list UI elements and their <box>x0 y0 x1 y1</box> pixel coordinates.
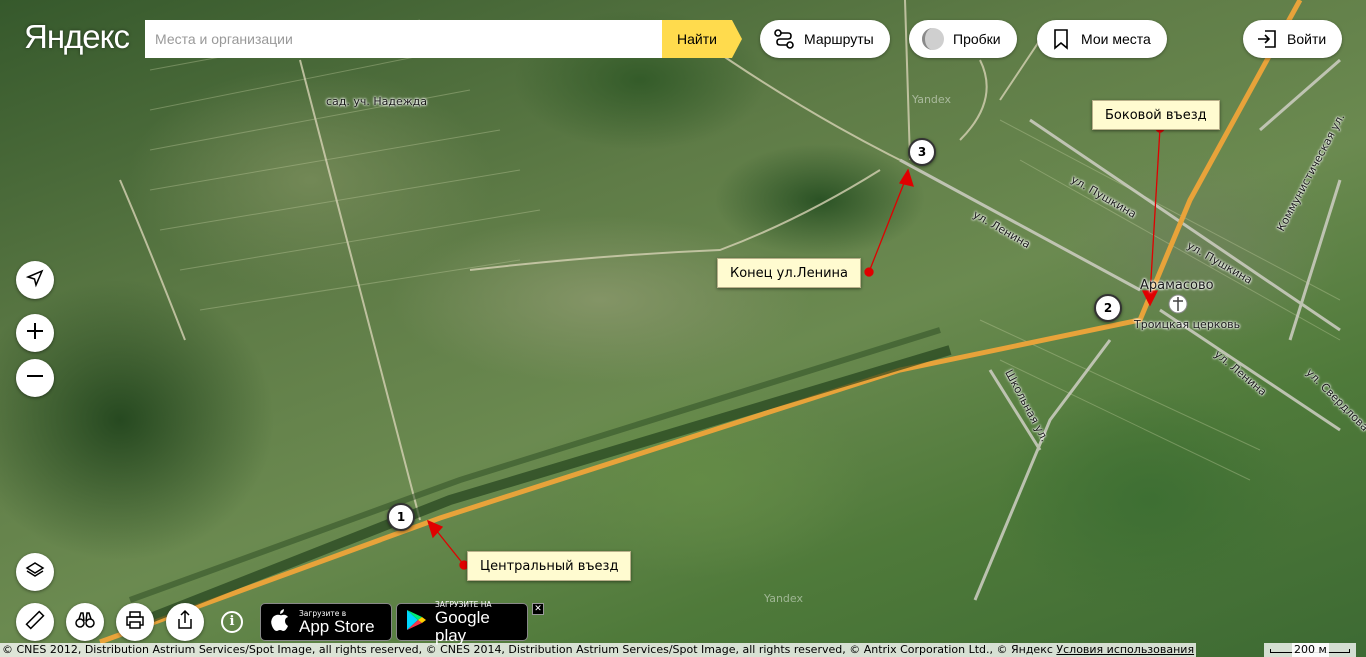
callout-lenina-end[interactable]: Конец ул.Ленина <box>717 258 861 288</box>
print-icon <box>124 609 146 635</box>
apple-icon <box>269 607 291 637</box>
search-input[interactable] <box>145 20 662 58</box>
layers-icon <box>24 559 46 585</box>
ruler-icon <box>24 609 46 635</box>
close-badges-button[interactable]: ✕ <box>532 603 544 615</box>
zoom-in-button[interactable] <box>16 314 54 352</box>
login-icon <box>1255 27 1279 51</box>
google-play-big-text: Google play <box>435 607 490 645</box>
app-store-big-text: App Store <box>299 616 375 636</box>
info-icon[interactable]: i <box>221 611 243 633</box>
marker-2[interactable]: 2 <box>1094 294 1122 322</box>
traffic-label: Пробки <box>953 31 1001 47</box>
map-label-sad: сад. уч. Надежда <box>326 95 428 108</box>
share-button[interactable] <box>166 603 204 641</box>
panorama-button[interactable] <box>66 603 104 641</box>
ruler-button[interactable] <box>16 603 54 641</box>
google-play-icon <box>405 608 427 636</box>
yandex-logo[interactable]: Яндекс <box>24 18 130 56</box>
callout-central-entrance[interactable]: Центральный въезд <box>467 551 632 581</box>
terms-link[interactable]: Условия использования <box>1056 643 1194 656</box>
callout-side-entrance[interactable]: Боковой въезд <box>1092 100 1220 130</box>
traffic-button[interactable]: Пробки <box>909 20 1017 58</box>
app-store-badge[interactable]: Загрузите в App Store <box>260 603 392 641</box>
print-button[interactable] <box>116 603 154 641</box>
login-button[interactable]: Войти <box>1243 20 1343 58</box>
share-icon <box>174 609 196 635</box>
search-bar: Найти <box>145 20 742 58</box>
map-label-village: Арамасово <box>1140 278 1214 293</box>
traffic-icon <box>921 27 945 51</box>
google-play-badge[interactable]: ЗАГРУЗИТЕ НА Google play <box>396 600 528 644</box>
routes-label: Маршруты <box>804 31 874 47</box>
watermark-1: Yandex <box>912 93 951 106</box>
bookmark-icon <box>1049 27 1073 51</box>
layers-button[interactable] <box>16 553 54 591</box>
locate-icon <box>25 268 45 292</box>
copyright-text: © CNES 2012, Distribution Astrium Servic… <box>2 643 1053 656</box>
search-button[interactable]: Найти <box>662 20 742 58</box>
my-places-button[interactable]: Мои места <box>1037 20 1167 58</box>
login-label: Войти <box>1287 31 1327 47</box>
marker-1[interactable]: 1 <box>387 503 415 531</box>
scale-label: 200 м <box>1292 643 1329 657</box>
zoom-out-icon <box>25 366 45 390</box>
binoculars-icon <box>74 609 96 635</box>
zoom-out-button[interactable] <box>16 359 54 397</box>
map-scale: 200 м <box>1264 643 1356 657</box>
route-icon <box>772 27 796 51</box>
routes-button[interactable]: Маршруты <box>760 20 890 58</box>
satellite-map[interactable]: сад. уч. Надежда Арамасово Троицкая церк… <box>0 0 1366 657</box>
copyright-bar: © CNES 2012, Distribution Astrium Servic… <box>0 643 1197 657</box>
locate-button[interactable] <box>16 261 54 299</box>
map-label-church: Троицкая церковь <box>1134 318 1241 331</box>
watermark-2: Yandex <box>764 592 803 605</box>
zoom-in-icon <box>25 321 45 345</box>
marker-3[interactable]: 3 <box>908 138 936 166</box>
my-places-label: Мои места <box>1081 31 1151 47</box>
